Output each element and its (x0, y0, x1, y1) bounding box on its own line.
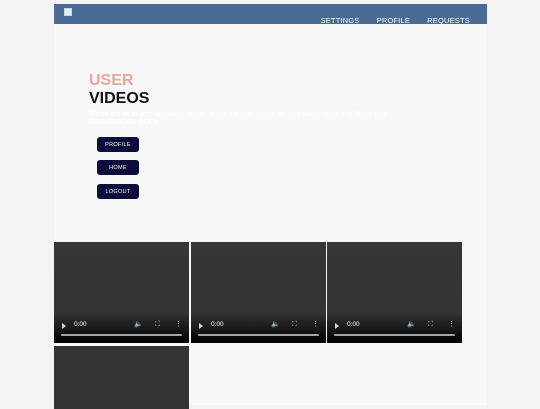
video-progress-bar[interactable] (334, 334, 455, 336)
video-player[interactable]: 0:00 🔈 ⛶ ⋮ (54, 242, 189, 343)
page: SETTINGS PROFILE REQUESTS USER VIDEOS Th… (54, 4, 487, 409)
logout-button[interactable]: LOGOUT (97, 184, 139, 199)
nav-link-requests[interactable]: REQUESTS (427, 16, 470, 25)
more-vertical-icon[interactable]: ⋮ (175, 320, 182, 329)
broken-image-icon[interactable] (64, 8, 72, 16)
nav-links: SETTINGS PROFILE REQUESTS (321, 16, 470, 25)
video-player[interactable] (54, 346, 189, 409)
volume-icon[interactable]: 🔈 (271, 320, 280, 329)
video-controls: 0:00 🔈 ⛶ ⋮ (191, 319, 326, 343)
video-progress-bar[interactable] (198, 334, 319, 336)
volume-icon[interactable]: 🔈 (134, 320, 143, 329)
page-title-user: USER (89, 72, 134, 89)
profile-button[interactable]: PROFILE (97, 137, 139, 152)
video-player[interactable]: 0:00 🔈 ⛶ ⋮ (191, 242, 326, 343)
fullscreen-icon[interactable]: ⛶ (292, 320, 297, 329)
page-title-videos: VIDEOS (89, 90, 150, 107)
play-icon[interactable] (199, 323, 203, 329)
nav-link-settings[interactable]: SETTINGS (321, 16, 360, 25)
play-icon[interactable] (62, 323, 66, 329)
fullscreen-icon[interactable]: ⛶ (155, 320, 160, 329)
more-vertical-icon[interactable]: ⋮ (448, 320, 455, 329)
navbar: SETTINGS PROFILE REQUESTS (54, 4, 487, 25)
play-icon[interactable] (335, 323, 339, 329)
volume-icon[interactable]: 🔈 (407, 320, 416, 329)
video-controls: 0:00 🔈 ⛶ ⋮ (327, 319, 462, 343)
video-progress-bar[interactable] (61, 334, 182, 336)
nav-link-profile[interactable]: PROFILE (377, 16, 411, 25)
video-time: 0:00 (74, 321, 87, 328)
fullscreen-icon[interactable]: ⛶ (428, 320, 433, 329)
video-time: 0:00 (347, 321, 360, 328)
video-controls: 0:00 🔈 ⛶ ⋮ (54, 319, 189, 343)
video-player[interactable]: 0:00 🔈 ⛶ ⋮ (327, 242, 462, 343)
home-button[interactable]: HOME (97, 160, 139, 175)
video-time: 0:00 (211, 321, 224, 328)
more-vertical-icon[interactable]: ⋮ (312, 320, 319, 329)
page-description: These are all of your uploaded videos, t… (89, 111, 388, 126)
